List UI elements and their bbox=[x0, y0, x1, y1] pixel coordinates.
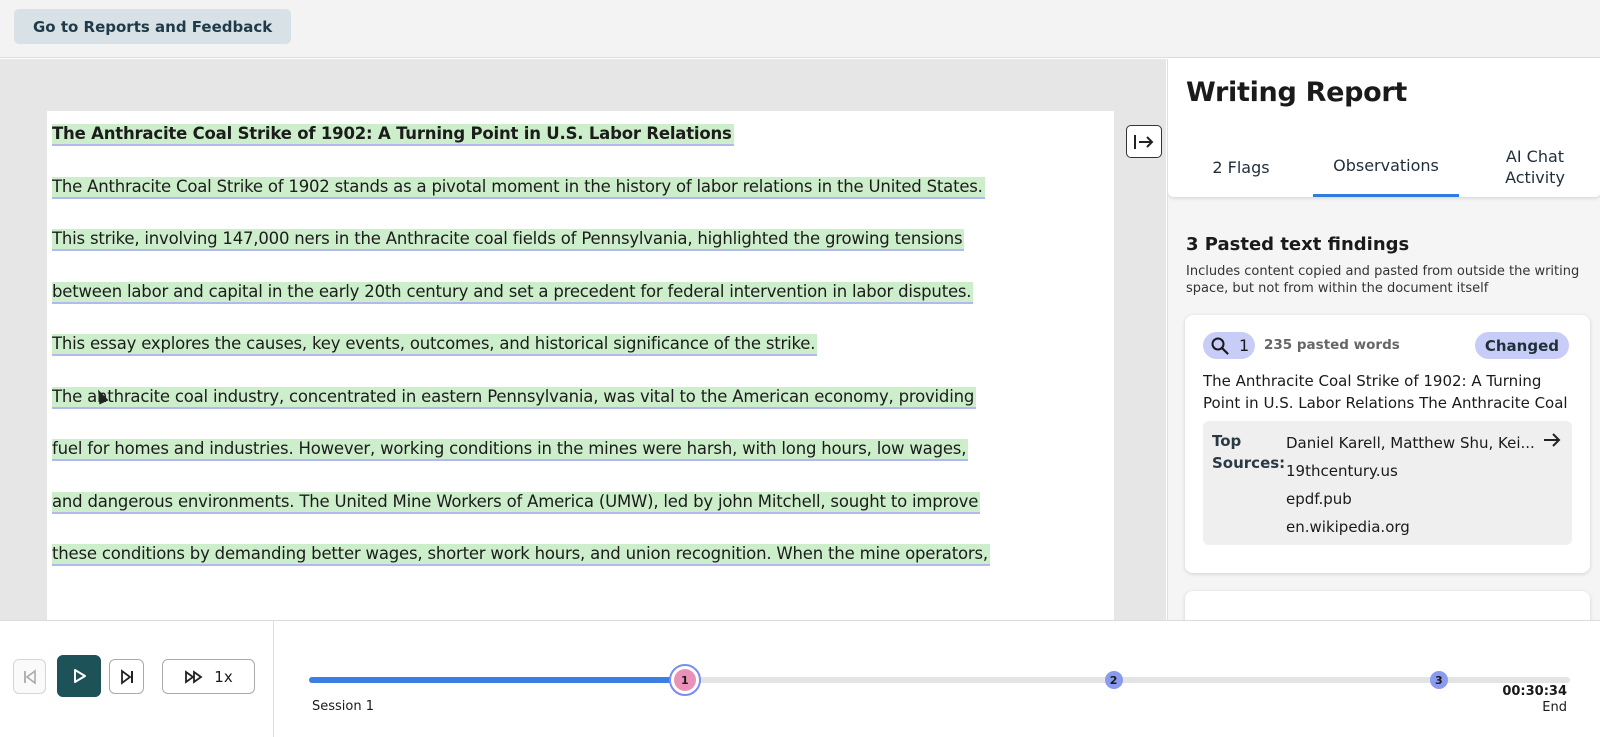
session-marker[interactable]: 3 bbox=[1429, 671, 1448, 689]
highlighted-text: fuel for homes and industries. However, … bbox=[52, 439, 969, 461]
highlighted-text: these conditions by demanding better wag… bbox=[52, 544, 990, 566]
collapse-panel-button[interactable] bbox=[1126, 125, 1162, 158]
top-bar: Go to Reports and Feedback bbox=[0, 0, 1600, 58]
findings-title: 3 Pasted text findings bbox=[1186, 234, 1410, 255]
writing-report-panel: Writing Report 2 Flags Observations AI C… bbox=[1167, 59, 1600, 620]
document-line: This essay explores the causes, key even… bbox=[52, 333, 1146, 386]
top-sources-box: Top Sources: Daniel Karell, Matthew Shu,… bbox=[1203, 421, 1572, 545]
arrow-right-icon bbox=[1544, 433, 1561, 447]
document-line: The Anthracite Coal Strike of 1902 stand… bbox=[52, 176, 1146, 229]
play-button[interactable] bbox=[57, 655, 101, 697]
finding-card[interactable] bbox=[1185, 591, 1590, 620]
skip-forward-icon bbox=[120, 668, 133, 685]
findings-description: Includes content copied and pasted from … bbox=[1186, 264, 1580, 296]
tab-flags[interactable]: 2 Flags bbox=[1186, 137, 1296, 197]
playback-bar: 1x 1 2 3 Session 1 00:30:34 End bbox=[0, 620, 1600, 737]
highlighted-text: and dangerous environments. The United M… bbox=[52, 491, 981, 514]
playback-controls: 1x bbox=[0, 621, 274, 737]
panel-title: Writing Report bbox=[1186, 77, 1407, 108]
finding-number-pill: 1 bbox=[1203, 332, 1255, 359]
play-icon bbox=[74, 669, 86, 683]
highlighted-text: The Anthracite Coal Strike of 1902 stand… bbox=[52, 176, 985, 199]
document-line: and dangerous environments. The United M… bbox=[52, 491, 1146, 544]
source-item: 19thcentury.us bbox=[1286, 462, 1398, 480]
skip-back-icon bbox=[23, 668, 36, 685]
highlighted-text: This strike, involving 147,000 ners in t… bbox=[52, 229, 965, 251]
highlighted-text: The Anthracite Coal Strike of 1902: A Tu… bbox=[52, 124, 734, 146]
pasted-word-count: 235 pasted words bbox=[1264, 337, 1400, 353]
speed-label: 1x bbox=[214, 667, 233, 686]
document-title: The Anthracite Coal Strike of 1902: A Tu… bbox=[52, 123, 1146, 176]
document-line: fuel for homes and industries. However, … bbox=[52, 438, 1146, 491]
view-sources-button[interactable] bbox=[1542, 431, 1562, 453]
document-line: between labor and capital in the early 2… bbox=[52, 281, 1146, 334]
end-label: End bbox=[1542, 700, 1567, 715]
panel-header: Writing Report 2 Flags Observations AI C… bbox=[1168, 59, 1600, 197]
timeline-progress bbox=[309, 677, 681, 683]
session-marker[interactable]: 2 bbox=[1104, 671, 1123, 689]
document-line: The anthracite coal industry, concentrat… bbox=[52, 386, 1146, 439]
finding-excerpt: The Anthracite Coal Strike of 1902: A Tu… bbox=[1203, 372, 1568, 412]
changed-badge: Changed bbox=[1474, 332, 1569, 359]
report-tabs: 2 Flags Observations AI Chat Activity bbox=[1168, 137, 1600, 197]
document-line: these conditions by demanding better wag… bbox=[52, 543, 1146, 596]
session-marker[interactable]: 1 bbox=[668, 664, 701, 696]
highlighted-text: between labor and capital in the early 2… bbox=[52, 281, 974, 304]
highlighted-text: The anthracite coal industry, concentrat… bbox=[52, 386, 977, 409]
fast-forward-icon bbox=[185, 669, 203, 684]
arrow-right-to-bar-icon bbox=[1134, 134, 1154, 149]
time-label: 00:30:34 bbox=[1502, 684, 1567, 699]
sources-list: Daniel Karell, Matthew Shu, Kei... 19thc… bbox=[1286, 429, 1536, 541]
timeline-track[interactable]: 1 2 3 bbox=[309, 664, 1570, 696]
skip-forward-button[interactable] bbox=[109, 659, 144, 694]
go-to-reports-button[interactable]: Go to Reports and Feedback bbox=[14, 9, 292, 44]
highlighted-text: This essay explores the causes, key even… bbox=[52, 334, 818, 356]
top-sources-label: Top Sources: bbox=[1212, 432, 1286, 472]
finding-number: 1 bbox=[1239, 336, 1250, 355]
session-label: Session 1 bbox=[312, 699, 375, 714]
marker-label: 1 bbox=[673, 669, 696, 691]
source-item: epdf.pub bbox=[1286, 490, 1352, 508]
tab-ai-chat-activity[interactable]: AI Chat Activity bbox=[1480, 137, 1590, 197]
source-item: Daniel Karell, Matthew Shu, Kei... bbox=[1286, 434, 1535, 452]
document-area: The Anthracite Coal Strike of 1902: A Tu… bbox=[0, 59, 1166, 620]
source-item: en.wikipedia.org bbox=[1286, 518, 1410, 536]
skip-back-button[interactable] bbox=[13, 659, 46, 694]
search-icon bbox=[1211, 337, 1229, 355]
finding-card[interactable]: 1 235 pasted words Changed The Anthracit… bbox=[1185, 315, 1590, 573]
document-text: The Anthracite Coal Strike of 1902: A Tu… bbox=[52, 123, 1146, 596]
tab-observations[interactable]: Observations bbox=[1313, 137, 1459, 197]
document-line: This strike, involving 147,000 ners in t… bbox=[52, 228, 1146, 281]
playback-speed-button[interactable]: 1x bbox=[162, 659, 255, 694]
